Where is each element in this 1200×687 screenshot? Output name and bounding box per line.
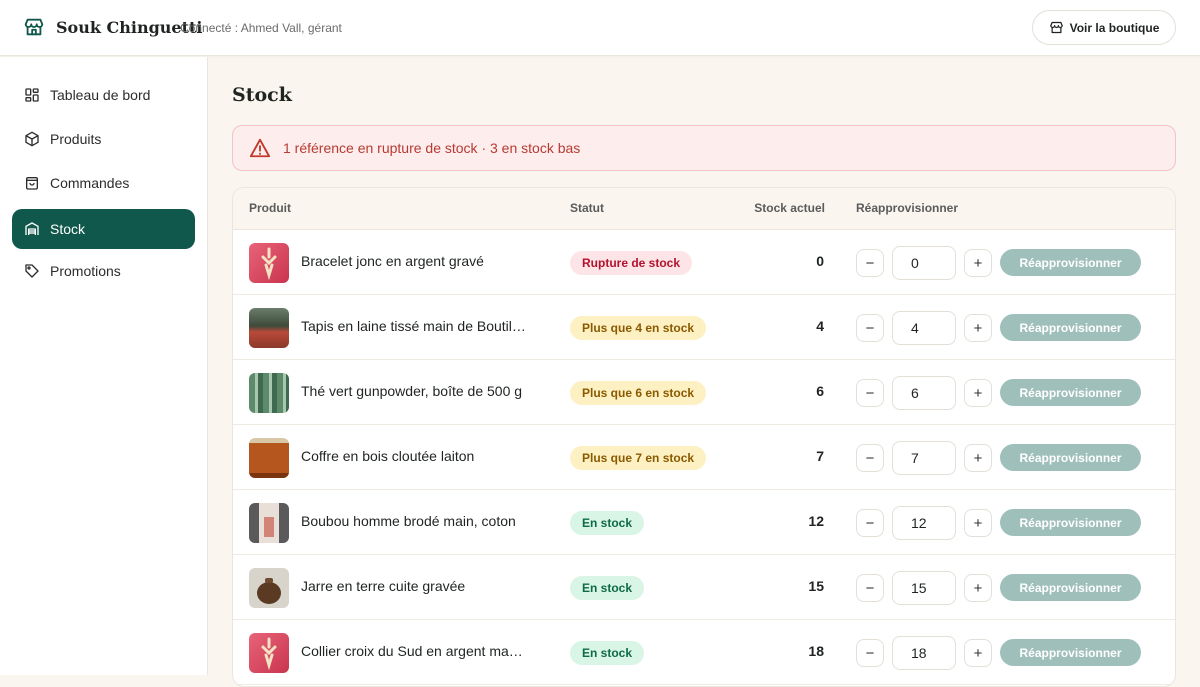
decrement-button[interactable]: − [856,379,884,407]
alert-text: 1 référence en rupture de stock · 3 en s… [283,140,581,156]
increment-button[interactable]: + [964,379,992,407]
decrement-button[interactable]: − [856,574,884,602]
status-badge: En stock [570,511,645,535]
sidebar-item-dashboard[interactable]: Tableau de bord [12,75,195,115]
stock-value: 4 [816,318,824,334]
increment-button[interactable]: + [964,249,992,277]
restock-button[interactable]: Réapprovisionner [1000,444,1141,471]
restock-button[interactable]: Réapprovisionner [1000,314,1141,341]
restock-button[interactable]: Réapprovisionner [1000,249,1141,276]
product-name: Bracelet jonc en argent gravé [301,253,484,269]
stock-table: Produit Statut Stock actuel Réapprovisio… [232,187,1176,687]
restock-button[interactable]: Réapprovisionner [1000,379,1141,406]
increment-button[interactable]: + [964,509,992,537]
quantity-input[interactable] [892,506,956,540]
product-thumbnail [249,308,289,348]
stock-value: 15 [808,578,824,594]
stock-value: 6 [816,383,824,399]
sidebar-item-promotions[interactable]: Promotions [12,251,195,291]
quantity-input[interactable] [892,246,956,280]
storefront-icon [1049,21,1063,34]
product-thumbnail [249,243,289,283]
status-badge: En stock [570,576,645,600]
product-name: Tapis en laine tissé main de Boutilimit [301,318,529,334]
increment-button[interactable]: + [964,314,992,342]
sidebar-item-label: Commandes [50,175,130,191]
sidebar-item-orders[interactable]: Commandes [12,163,195,203]
warning-icon [249,138,271,158]
increment-button[interactable]: + [964,574,992,602]
view-shop-label: Voir la boutique [1069,20,1160,35]
quantity-input[interactable] [892,311,956,345]
top-bar: Souk Chinguetti Connecté : Ahmed Vall, g… [0,0,1200,56]
quantity-input[interactable] [892,636,956,670]
restock-button[interactable]: Réapprovisionner [1000,574,1141,601]
table-row: Jarre en terre cuite gravée En stock 15 … [233,555,1175,620]
connected-user: Connecté : Ahmed Vall, gérant [180,21,342,35]
view-shop-button[interactable]: Voir la boutique [1032,10,1176,45]
stock-alert: 1 référence en rupture de stock · 3 en s… [232,125,1176,171]
sidebar-item-label: Stock [50,221,86,237]
product-name: Boubou homme brodé main, coton [301,513,516,529]
status-badge: En stock [570,641,645,665]
product-name: Thé vert gunpowder, boîte de 500 g [301,383,523,399]
sidebar-item-label: Produits [50,131,102,147]
restock-button[interactable]: Réapprovisionner [1000,639,1141,666]
product-name: Jarre en terre cuite gravée [301,578,466,594]
product-name: Coffre en bois cloutée laiton [301,448,475,464]
shopping-bag-icon [26,177,38,190]
restock-button[interactable]: Réapprovisionner [1000,509,1141,536]
table-row: Bracelet jonc en argent gravé Rupture de… [233,230,1175,295]
stock-value: 7 [816,448,824,464]
column-header-product: Produit [249,201,291,215]
table-row: Thé vert gunpowder, boîte de 500 g Plus … [233,360,1175,425]
decrement-button[interactable]: − [856,249,884,277]
table-row: Collier croix du Sud en argent massif En… [233,620,1175,685]
quantity-input[interactable] [892,441,956,475]
dashboard-icon [25,88,39,102]
column-header-status: Statut [570,201,604,215]
sidebar-item-stock[interactable]: Stock [12,209,195,249]
product-thumbnail [249,503,289,543]
sidebar-item-label: Promotions [50,263,121,279]
quantity-input[interactable] [892,376,956,410]
storefront-icon [24,18,44,36]
table-header: Produit Statut Stock actuel Réapprovisio… [233,188,1175,230]
table-row: Coffre en bois cloutée laiton Plus que 7… [233,425,1175,490]
tag-icon [25,264,39,278]
package-icon [25,131,39,147]
column-header-restock: Réapprovisionner [856,201,959,215]
stock-value: 12 [808,513,824,529]
decrement-button[interactable]: − [856,444,884,472]
warehouse-icon [25,222,39,235]
table-row: Tapis en laine tissé main de Boutilimit … [233,295,1175,360]
quantity-input[interactable] [892,571,956,605]
table-row: Boubou homme brodé main, coton En stock … [233,490,1175,555]
decrement-button[interactable]: − [856,314,884,342]
decrement-button[interactable]: − [856,509,884,537]
product-thumbnail [249,438,289,478]
product-thumbnail [249,633,289,673]
sidebar-item-label: Tableau de bord [50,87,151,103]
increment-button[interactable]: + [964,639,992,667]
stock-value: 18 [808,643,824,659]
decrement-button[interactable]: − [856,639,884,667]
main-content: Stock 1 référence en rupture de stock · … [208,57,1200,687]
stock-value: 0 [816,253,824,269]
sidebar-item-products[interactable]: Produits [12,119,195,159]
column-header-stock: Stock actuel [754,201,825,215]
product-name: Collier croix du Sud en argent massif [301,643,529,659]
sidebar: Tableau de bord Produits Commandes Stock… [0,57,208,675]
product-thumbnail [249,373,289,413]
page-title: Stock [232,84,292,106]
increment-button[interactable]: + [964,444,992,472]
product-thumbnail [249,568,289,608]
